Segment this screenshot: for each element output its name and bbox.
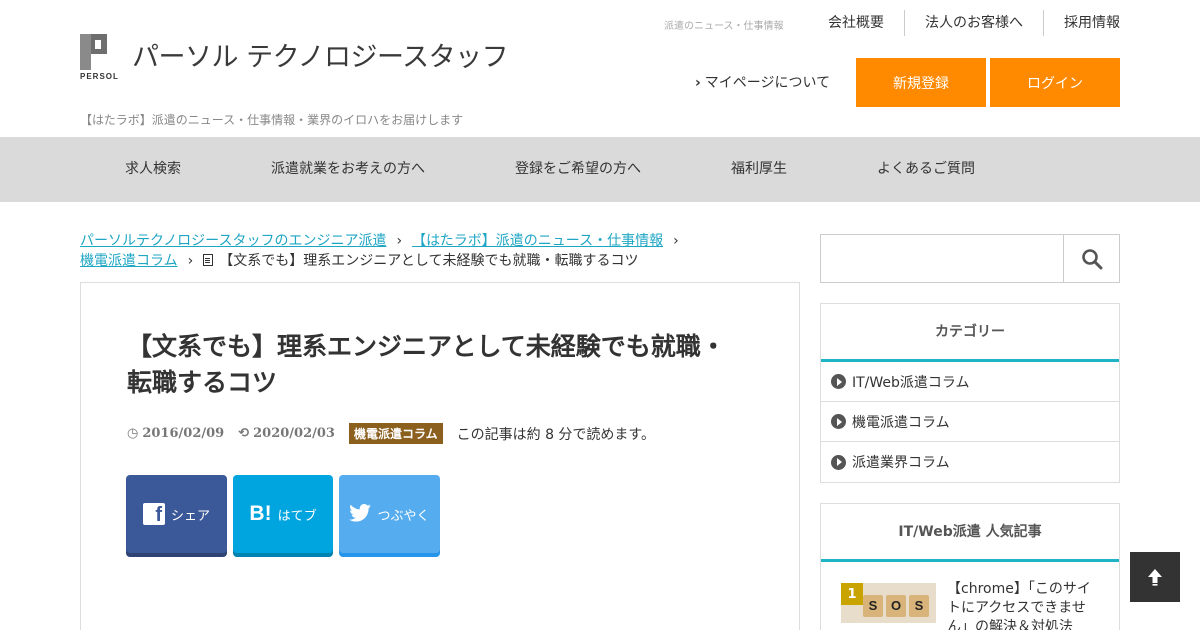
hatena-bookmark-button[interactable]: B! はてブ <box>233 475 333 553</box>
arrow-up-icon <box>1148 569 1162 586</box>
global-nav: 求人検索 派遣就業をお考えの方へ 登録をご希望の方へ 福利厚生 よくあるご質問 <box>0 137 1200 202</box>
circle-arrow-icon <box>831 454 846 470</box>
updated-date: ⟲ 2020/02/03 <box>238 426 335 441</box>
clock-icon: ◷ <box>127 426 139 441</box>
sidebar-search <box>820 234 1120 283</box>
chevron-right-icon: › <box>396 233 403 249</box>
article-card: 【文系でも】理系エンジニアとして未経験でも就職・転職するコツ ◷ 2016/02/… <box>80 282 800 630</box>
back-to-top-button[interactable] <box>1130 552 1180 602</box>
published-date-value: 2016/02/09 <box>142 426 225 441</box>
hatena-icon: B! <box>249 502 272 525</box>
top-link-company[interactable]: 会社概要 <box>808 10 904 36</box>
logo-mark-text: PERSOL <box>80 72 119 81</box>
category-item-it-web[interactable]: IT/Web派遣コラム <box>821 362 1119 402</box>
site-header: PERSOL パーソル テクノロジースタッフ 【はたラボ】派遣のニュース・仕事情… <box>0 0 1200 137</box>
register-button[interactable]: 新規登録 <box>856 58 986 107</box>
thumb-block: O <box>886 595 906 617</box>
nav-item-job-search[interactable]: 求人検索 <box>125 137 181 202</box>
popular-article-title: 【chrome】「このサイトにアクセスできません」の解決＆対処法 <box>947 581 1091 630</box>
breadcrumb-link-category[interactable]: 機電派遣コラム <box>80 253 178 269</box>
header-top-links: 会社概要 法人のお客様へ 採用情報 <box>808 10 1120 36</box>
updated-date-value: 2020/02/03 <box>253 426 335 441</box>
header-small-text: 派遣のニュース・仕事情報 <box>664 21 784 32</box>
search-button[interactable] <box>1063 235 1119 282</box>
top-link-recruit[interactable]: 採用情報 <box>1043 10 1120 36</box>
breadcrumb: パーソルテクノロジースタッフのエンジニア派遣 › 【はたラボ】派遣のニュース・仕事情… <box>80 231 800 271</box>
persol-logo-mark: PERSOL <box>80 34 124 82</box>
site-logo[interactable]: PERSOL パーソル テクノロジースタッフ <box>80 34 509 82</box>
category-label: 派遣業界コラム <box>852 455 950 471</box>
mypage-link[interactable]: › マイページについて <box>695 72 830 92</box>
rank-badge: 1 <box>841 583 863 605</box>
twitter-label: つぶやく <box>377 508 430 524</box>
site-tagline: 【はたラボ】派遣のニュース・仕事情報・業界のイロハをお届けします <box>80 113 464 127</box>
twitter-share-button[interactable]: つぶやく <box>339 475 440 553</box>
chevron-right-icon: › <box>187 253 194 269</box>
facebook-icon: f <box>142 503 165 525</box>
category-label: 機電派遣コラム <box>852 414 950 431</box>
category-item-haken[interactable]: 派遣業界コラム <box>821 442 1119 482</box>
logo-text: パーソル テクノロジースタッフ <box>132 42 509 73</box>
hatena-label: はてブ <box>277 508 317 524</box>
thumb-block: S <box>909 595 929 617</box>
top-link-corporate[interactable]: 法人のお客様へ <box>904 10 1043 36</box>
thumb-block: S <box>863 595 883 617</box>
circle-arrow-icon <box>831 374 846 389</box>
breadcrumb-link-hatalabo[interactable]: 【はたラボ】派遣のニュース・仕事情報 <box>412 233 663 249</box>
chevron-right-icon: › <box>673 233 679 249</box>
facebook-share-label: シェア <box>170 508 210 524</box>
search-input[interactable] <box>821 235 1063 282</box>
reading-time: この記事は約 8 分で読めます。 <box>456 426 656 443</box>
login-button[interactable]: ログイン <box>990 58 1120 107</box>
mypage-label: マイページについて <box>704 75 831 91</box>
published-date: ◷ 2016/02/09 <box>127 426 224 441</box>
category-widget-title: カテゴリー <box>821 304 1119 362</box>
article-title: 【文系でも】理系エンジニアとして未経験でも就職・転職するコツ <box>127 332 726 397</box>
refresh-icon: ⟲ <box>238 426 250 441</box>
nav-item-faq[interactable]: よくあるご質問 <box>877 137 975 202</box>
nav-item-considering[interactable]: 派遣就業をお考えの方へ <box>271 137 425 202</box>
category-label: IT/Web派遣コラム <box>852 374 970 391</box>
popular-articles-widget: IT/Web派遣 人気記事 1 S O S 【chrome】「このサイトにアクセ… <box>820 503 1120 630</box>
category-widget: カテゴリー IT/Web派遣コラム 機電派遣コラム 派遣業界コラム <box>820 303 1120 483</box>
persol-p-icon <box>80 34 107 70</box>
circle-arrow-icon <box>831 414 846 429</box>
search-icon <box>1081 248 1102 269</box>
nav-item-benefits[interactable]: 福利厚生 <box>731 137 787 202</box>
breadcrumb-current: 【文系でも】理系エンジニアとして未経験でも就職・転職するコツ <box>219 253 639 269</box>
twitter-bird-icon <box>349 503 372 525</box>
category-item-kiden[interactable]: 機電派遣コラム <box>821 402 1119 442</box>
popular-widget-title: IT/Web派遣 人気記事 <box>821 504 1119 562</box>
article-meta: ◷ 2016/02/09 ⟲ 2020/02/03 機電派遣コラム この記事は約 8… <box>127 423 655 444</box>
breadcrumb-link-home[interactable]: パーソルテクノロジースタッフのエンジニア派遣 <box>80 233 386 249</box>
nav-item-registration[interactable]: 登録をご希望の方へ <box>515 137 641 202</box>
chevron-right-icon: › <box>695 75 701 91</box>
facebook-share-button[interactable]: f シェア <box>126 475 227 553</box>
category-badge[interactable]: 機電派遣コラム <box>348 423 443 444</box>
popular-article-item[interactable]: 1 S O S 【chrome】「このサイトにアクセスできません」の解決＆対処法 <box>841 580 1111 630</box>
document-icon <box>203 254 214 266</box>
